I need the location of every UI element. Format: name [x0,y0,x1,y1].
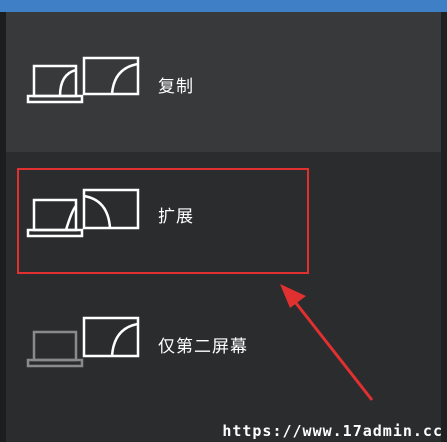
second-screen-only-icon [26,316,156,376]
right-edge [441,12,447,442]
top-accent-strip [0,0,447,12]
project-panel: 复制 扩展 仅第二屏幕 https://www.17admin.cc [0,0,447,442]
option-duplicate[interactable]: 复制 [6,12,441,152]
option-label-second-screen-only: 仅第二屏幕 [158,337,248,357]
annotation-highlight-box [17,168,309,274]
duplicate-display-icon [26,56,156,116]
annotation-arrow-icon [270,282,380,411]
option-label-duplicate: 复制 [158,77,194,97]
watermark-text: https://www.17admin.cc [222,422,443,440]
